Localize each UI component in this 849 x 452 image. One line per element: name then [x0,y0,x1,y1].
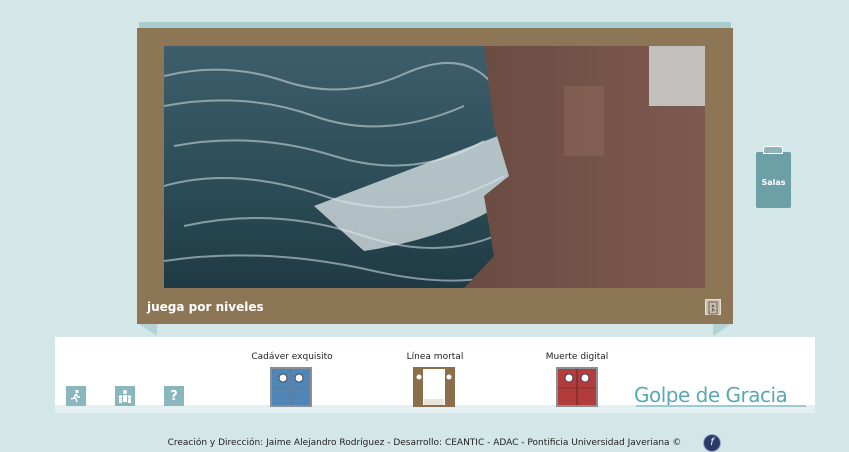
clipboard-icon [763,146,783,154]
door-muerte-digital[interactable] [556,367,598,407]
exit-run-icon[interactable] [66,386,86,406]
exit-icon[interactable] [705,299,721,315]
frame-shadow-left [139,324,157,336]
flash-player-icon[interactable]: f [703,434,721,452]
salas-label[interactable]: Salas [756,178,791,187]
frame-shadow-right [713,324,731,336]
logo-heartbeat-line [636,405,806,407]
people-icon[interactable] [115,386,135,406]
door-linea-mortal[interactable] [413,367,455,407]
door-label-muerte: Muerte digital [545,352,609,362]
help-icon[interactable]: ? [164,386,184,406]
door-label-cadaver: Cadáver exquisito [251,352,333,362]
door-label-linea: Línea mortal [406,352,464,362]
credits-text: Creación y Dirección: Jaime Alejandro Ro… [167,438,682,448]
door-cadaver-exquisito[interactable] [270,367,312,407]
ocean-scene-image [164,46,705,288]
mode-caption: juega por niveles [147,300,264,314]
golpe-de-gracia-logo: Golpe de Gracia [634,383,788,407]
